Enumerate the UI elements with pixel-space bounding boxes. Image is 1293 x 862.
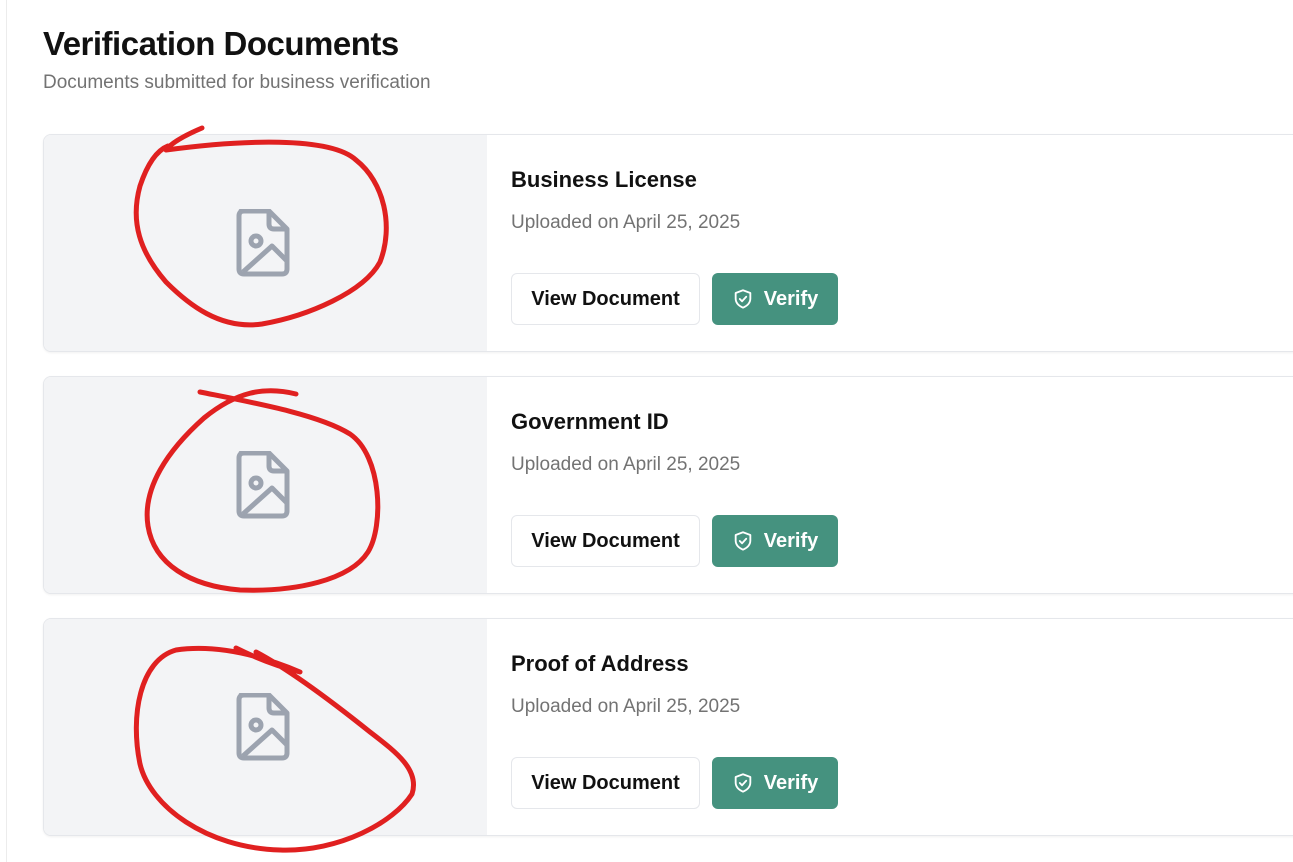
page-subtitle: Documents submitted for business verific… xyxy=(43,72,431,93)
view-document-button[interactable]: View Document xyxy=(511,273,700,325)
document-card-proof-of-address: Proof of Address Uploaded on April 25, 2… xyxy=(43,618,1293,836)
document-name: Government ID xyxy=(511,409,669,434)
file-image-icon xyxy=(236,693,290,761)
shield-check-icon xyxy=(734,531,751,551)
verify-button[interactable]: Verify xyxy=(712,515,838,567)
verify-label: Verify xyxy=(763,529,819,552)
document-upload-date: Uploaded on April 25, 2025 xyxy=(511,696,741,717)
page-header: Verification Documents Documents submitt… xyxy=(43,24,431,96)
document-card-business-license: Business License Uploaded on April 25, 2… xyxy=(43,134,1293,352)
document-name: Proof of Address xyxy=(511,651,689,676)
page-left-border xyxy=(6,0,7,862)
file-image-icon xyxy=(236,451,290,519)
verify-label: Verify xyxy=(763,287,819,310)
view-document-label: View Document xyxy=(531,529,680,552)
view-document-label: View Document xyxy=(531,771,680,794)
verify-button[interactable]: Verify xyxy=(712,273,838,325)
verify-label: Verify xyxy=(763,771,819,794)
document-thumbnail[interactable] xyxy=(44,377,487,593)
verify-button[interactable]: Verify xyxy=(712,757,838,809)
document-upload-date: Uploaded on April 25, 2025 xyxy=(511,212,741,233)
document-upload-date: Uploaded on April 25, 2025 xyxy=(511,454,741,475)
shield-check-icon xyxy=(734,773,751,793)
document-card-government-id: Government ID Uploaded on April 25, 2025… xyxy=(43,376,1293,594)
document-info: Business License Uploaded on April 25, 2… xyxy=(511,135,1293,351)
view-document-button[interactable]: View Document xyxy=(511,515,700,567)
page-title: Verification Documents xyxy=(43,25,399,62)
document-info: Government ID Uploaded on April 25, 2025… xyxy=(511,377,1293,593)
view-document-label: View Document xyxy=(531,287,680,310)
view-document-button[interactable]: View Document xyxy=(511,757,700,809)
shield-check-icon xyxy=(734,289,751,309)
document-thumbnail[interactable] xyxy=(44,619,487,835)
document-name: Business License xyxy=(511,167,697,192)
document-thumbnail[interactable] xyxy=(44,135,487,351)
document-info: Proof of Address Uploaded on April 25, 2… xyxy=(511,619,1293,835)
file-image-icon xyxy=(236,209,290,277)
